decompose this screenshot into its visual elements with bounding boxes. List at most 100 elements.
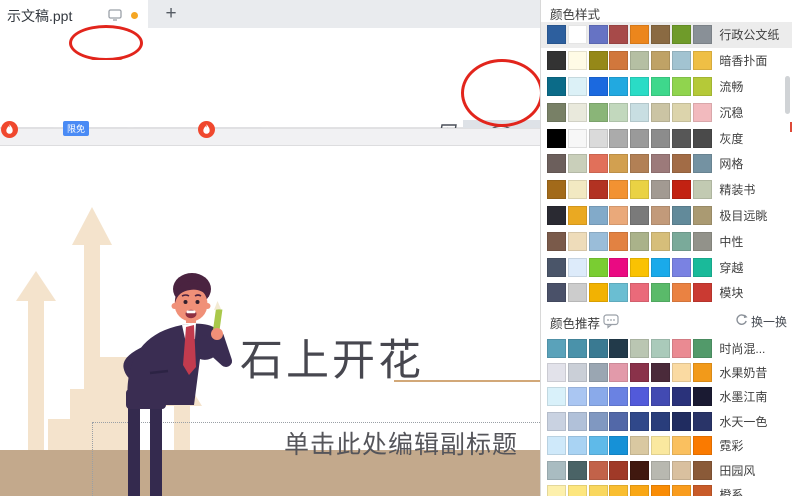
color-swatch[interactable] bbox=[609, 436, 628, 455]
refresh-recommend-button[interactable]: 换一换 bbox=[735, 313, 787, 330]
color-recommend-row[interactable]: 时尚混... bbox=[541, 336, 792, 360]
color-swatch[interactable] bbox=[589, 206, 608, 225]
color-swatch[interactable] bbox=[589, 461, 608, 480]
color-swatch[interactable] bbox=[651, 103, 670, 122]
color-swatch[interactable] bbox=[672, 387, 691, 406]
color-swatch[interactable] bbox=[693, 436, 712, 455]
color-swatch[interactable] bbox=[589, 283, 608, 302]
color-swatch[interactable] bbox=[609, 485, 628, 496]
color-swatch[interactable] bbox=[609, 258, 628, 277]
color-swatch[interactable] bbox=[672, 339, 691, 358]
color-swatch[interactable] bbox=[609, 103, 628, 122]
color-swatch[interactable] bbox=[547, 103, 566, 122]
color-recommend-row[interactable]: 水果奶昔 bbox=[541, 360, 792, 384]
color-swatch[interactable] bbox=[651, 77, 670, 96]
color-swatch[interactable] bbox=[568, 129, 587, 148]
color-swatch[interactable] bbox=[693, 129, 712, 148]
color-swatch[interactable] bbox=[547, 77, 566, 96]
color-swatch[interactable] bbox=[609, 77, 628, 96]
color-swatch[interactable] bbox=[589, 180, 608, 199]
color-style-row[interactable]: 穿越 bbox=[541, 254, 792, 280]
color-swatch[interactable] bbox=[630, 129, 649, 148]
color-swatch[interactable] bbox=[630, 436, 649, 455]
color-swatch[interactable] bbox=[609, 283, 628, 302]
color-swatch[interactable] bbox=[630, 25, 649, 44]
color-swatch[interactable] bbox=[547, 154, 566, 173]
color-style-row[interactable]: 精装书 bbox=[541, 177, 792, 203]
color-swatch[interactable] bbox=[630, 51, 649, 70]
color-swatch[interactable] bbox=[589, 412, 608, 431]
color-swatch[interactable] bbox=[589, 154, 608, 173]
color-swatch[interactable] bbox=[609, 232, 628, 251]
color-swatch[interactable] bbox=[568, 232, 587, 251]
color-swatch[interactable] bbox=[547, 363, 566, 382]
color-swatch[interactable] bbox=[651, 258, 670, 277]
color-swatch[interactable] bbox=[630, 258, 649, 277]
color-swatch[interactable] bbox=[589, 436, 608, 455]
color-swatch[interactable] bbox=[547, 129, 566, 148]
color-swatch[interactable] bbox=[589, 485, 608, 496]
color-swatch[interactable] bbox=[609, 363, 628, 382]
color-swatch[interactable] bbox=[547, 51, 566, 70]
color-swatch[interactable] bbox=[651, 206, 670, 225]
color-swatch[interactable] bbox=[672, 436, 691, 455]
color-swatch[interactable] bbox=[609, 206, 628, 225]
color-swatch[interactable] bbox=[693, 206, 712, 225]
color-swatch[interactable] bbox=[693, 283, 712, 302]
color-swatch[interactable] bbox=[609, 154, 628, 173]
color-swatch[interactable] bbox=[609, 387, 628, 406]
color-swatch[interactable] bbox=[651, 461, 670, 480]
color-swatch[interactable] bbox=[568, 339, 587, 358]
color-swatch[interactable] bbox=[693, 51, 712, 70]
color-swatch[interactable] bbox=[693, 154, 712, 173]
color-swatch[interactable] bbox=[693, 232, 712, 251]
color-swatch[interactable] bbox=[693, 485, 712, 496]
color-swatch[interactable] bbox=[547, 387, 566, 406]
color-swatch[interactable] bbox=[609, 129, 628, 148]
color-style-row[interactable]: 中性 bbox=[541, 228, 792, 254]
color-swatch[interactable] bbox=[672, 206, 691, 225]
color-swatch[interactable] bbox=[609, 51, 628, 70]
color-swatch[interactable] bbox=[672, 258, 691, 277]
color-swatch[interactable] bbox=[609, 461, 628, 480]
color-swatch[interactable] bbox=[651, 363, 670, 382]
slide-canvas[interactable]: 单击此处编辑副标题 石上开花 bbox=[0, 146, 540, 496]
color-swatch[interactable] bbox=[589, 258, 608, 277]
color-swatch[interactable] bbox=[651, 387, 670, 406]
color-swatch[interactable] bbox=[672, 412, 691, 431]
color-swatch[interactable] bbox=[672, 283, 691, 302]
color-swatch[interactable] bbox=[547, 339, 566, 358]
color-swatch[interactable] bbox=[568, 258, 587, 277]
color-swatch[interactable] bbox=[568, 154, 587, 173]
color-swatch[interactable] bbox=[693, 387, 712, 406]
color-swatch[interactable] bbox=[672, 154, 691, 173]
color-swatch[interactable] bbox=[589, 77, 608, 96]
color-swatch[interactable] bbox=[609, 25, 628, 44]
color-swatch[interactable] bbox=[651, 232, 670, 251]
document-tab[interactable]: 示文稿.ppt bbox=[7, 6, 72, 26]
color-swatch[interactable] bbox=[547, 485, 566, 496]
color-swatch[interactable] bbox=[630, 485, 649, 496]
color-swatch[interactable] bbox=[630, 339, 649, 358]
color-swatch[interactable] bbox=[568, 77, 587, 96]
color-swatch[interactable] bbox=[568, 25, 587, 44]
color-style-row[interactable]: 极目远眺 bbox=[541, 203, 792, 229]
color-recommend-row[interactable]: 水天一色 bbox=[541, 409, 792, 433]
color-swatch[interactable] bbox=[672, 485, 691, 496]
color-swatch[interactable] bbox=[693, 339, 712, 358]
panel-scrollbar-thumb[interactable] bbox=[785, 76, 790, 114]
color-swatch[interactable] bbox=[630, 77, 649, 96]
color-swatch[interactable] bbox=[630, 206, 649, 225]
color-swatch[interactable] bbox=[589, 25, 608, 44]
color-swatch[interactable] bbox=[547, 412, 566, 431]
color-swatch[interactable] bbox=[568, 387, 587, 406]
slide-title[interactable]: 石上开花 bbox=[240, 326, 424, 388]
color-swatch[interactable] bbox=[547, 232, 566, 251]
color-swatch[interactable] bbox=[547, 436, 566, 455]
color-swatch[interactable] bbox=[630, 103, 649, 122]
color-recommend-row[interactable]: 霓彩 bbox=[541, 434, 792, 458]
color-swatch[interactable] bbox=[568, 103, 587, 122]
color-swatch[interactable] bbox=[609, 412, 628, 431]
color-swatch[interactable] bbox=[672, 232, 691, 251]
color-recommend-row[interactable]: 橙系 bbox=[541, 482, 792, 496]
